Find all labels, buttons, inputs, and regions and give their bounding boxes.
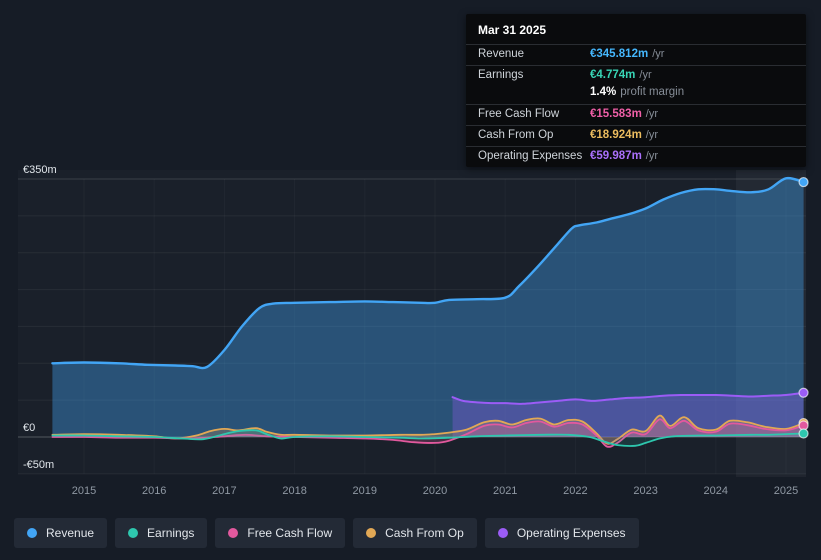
legend-label: Operating Expenses <box>516 526 626 540</box>
tooltip-suffix: /yr <box>645 129 659 141</box>
tooltip-label: Operating Expenses <box>478 150 583 162</box>
tooltip-row-cash-from-op: Cash From Op €18.924m/yr <box>466 125 806 146</box>
legend-label: Free Cash Flow <box>247 526 333 540</box>
legend-item-operating-expenses[interactable]: Operating Expenses <box>484 518 639 548</box>
y-axis-label: €0 <box>23 422 35 434</box>
tooltip-date: Mar 31 2025 <box>478 23 547 37</box>
legend-dot-operating-expenses <box>497 528 508 538</box>
tooltip-value: €18.924m <box>590 129 642 141</box>
chart-legend: Revenue Earnings Free Cash Flow Cash Fro… <box>14 518 639 548</box>
profit-margin-label: profit margin <box>620 86 685 98</box>
profit-margin-value: 1.4% <box>590 86 617 98</box>
legend-dot-cash-from-op <box>366 528 377 538</box>
tooltip-suffix: /yr <box>645 108 659 120</box>
earnings-revenue-history-panel: €350m €0 -€50m 2015 2016 2017 2018 2019 2020 2021… <box>0 0 821 560</box>
tooltip-label: Revenue <box>478 48 525 60</box>
tooltip-row-revenue: Revenue €345.812m/yr <box>466 44 806 65</box>
x-axis-label: 2017 <box>212 485 236 497</box>
tooltip-value: €345.812m <box>590 48 649 60</box>
chart-tooltip: Mar 31 2025 Revenue €345.812m/yr Earning… <box>466 14 806 167</box>
y-axis-label: €350m <box>23 164 57 176</box>
legend-label: Revenue <box>46 526 95 540</box>
tooltip-row-operating-expenses: Operating Expenses €59.987m/yr <box>466 146 806 167</box>
legend-item-cash-from-op[interactable]: Cash From Op <box>353 518 477 548</box>
operating-expenses-end-dot <box>798 387 809 398</box>
tooltip-row-free-cash-flow: Free Cash Flow €15.583m/yr <box>466 104 806 125</box>
legend-dot-free-cash-flow <box>228 528 239 538</box>
legend-item-free-cash-flow[interactable]: Free Cash Flow <box>215 518 346 548</box>
x-axis-label: 2024 <box>704 485 728 497</box>
x-axis-label: 2016 <box>142 485 166 497</box>
legend-item-revenue[interactable]: Revenue <box>14 518 108 548</box>
x-axis-label: 2018 <box>282 485 306 497</box>
tooltip-value: €4.774m <box>590 69 636 81</box>
tooltip-suffix: /yr <box>652 48 665 60</box>
x-axis-label: 2025 <box>774 485 798 497</box>
tooltip-suffix: /yr <box>645 150 659 162</box>
x-axis-label: 2021 <box>493 485 517 497</box>
legend-label: Cash From Op <box>385 526 464 540</box>
x-axis-label: 2023 <box>633 485 657 497</box>
legend-dot-earnings <box>128 528 139 538</box>
tooltip-row-profit-margin: 1.4% profit margin <box>466 86 806 104</box>
tooltip-suffix: /yr <box>639 69 652 81</box>
legend-item-earnings[interactable]: Earnings <box>115 518 208 548</box>
x-axis-label: 2015 <box>72 485 96 497</box>
tooltip-value: €59.987m <box>590 150 642 162</box>
tooltip-label: Cash From Op <box>478 129 554 141</box>
revenue-end-dot <box>798 176 809 188</box>
y-axis-label: -€50m <box>23 459 54 471</box>
x-axis-label: 2019 <box>353 485 377 497</box>
tooltip-label: Free Cash Flow <box>478 108 560 120</box>
earnings-end-dot <box>798 428 809 439</box>
tooltip-label: Earnings <box>478 69 524 81</box>
tooltip-row-earnings: Earnings €4.774m/yr <box>466 65 806 86</box>
legend-dot-revenue <box>27 528 37 538</box>
tooltip-value: €15.583m <box>590 108 642 120</box>
x-axis-label: 2022 <box>563 485 587 497</box>
x-axis-label: 2020 <box>423 485 447 497</box>
legend-label: Earnings <box>147 526 195 540</box>
